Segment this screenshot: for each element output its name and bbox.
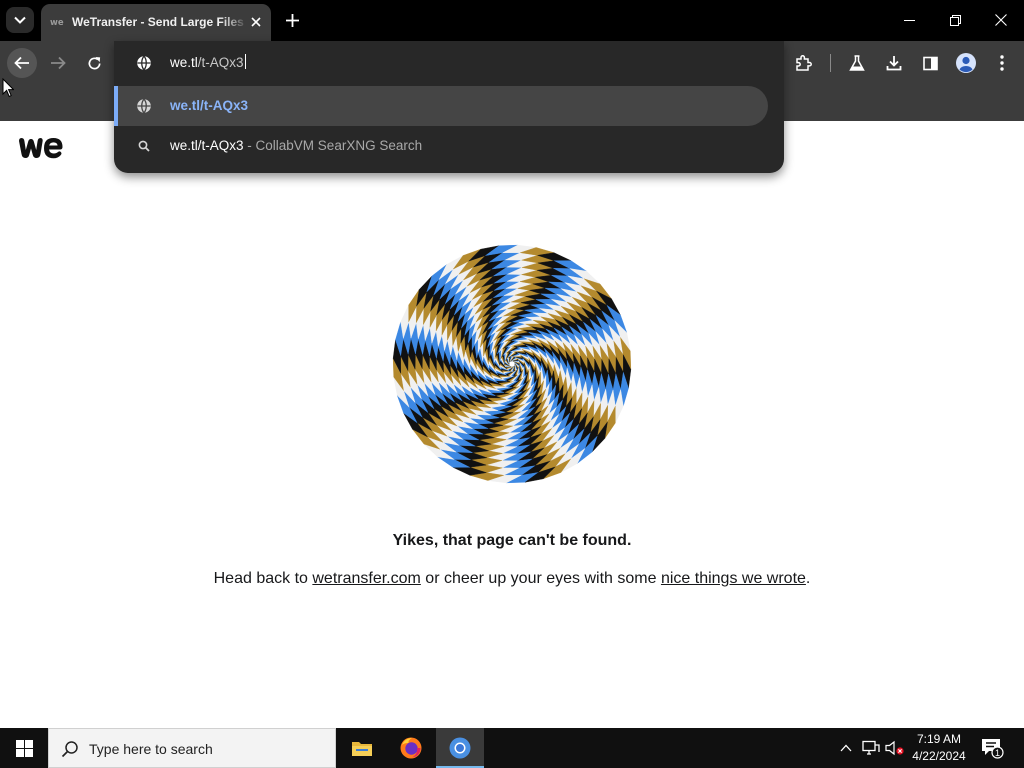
- extensions-button[interactable]: [789, 48, 819, 78]
- taskbar-clock[interactable]: 7:19 AM 4/22/2024: [906, 731, 972, 765]
- clock-time: 7:19 AM: [916, 732, 962, 746]
- download-icon: [886, 56, 902, 71]
- taskbar-search-placeholder: Type here to search: [89, 741, 213, 757]
- page-content: Yikes, that page can't be found. Head ba…: [0, 121, 1024, 728]
- kebab-menu-icon: [1000, 55, 1004, 71]
- wetransfer-logo[interactable]: [18, 135, 64, 161]
- globe-icon: [137, 98, 151, 114]
- address-host: we.tl: [170, 55, 198, 70]
- firefox-button[interactable]: [387, 728, 435, 768]
- tab-title: WeTransfer - Send Large Files & Share Ph…: [72, 15, 248, 29]
- suggestion-search-text: we.tl/t-AQx3 - CollabVM SearXNG Search: [170, 137, 422, 155]
- error-text-before: Head back to: [213, 570, 313, 587]
- chrome-button[interactable]: [436, 728, 484, 768]
- volume-button[interactable]: [885, 738, 905, 758]
- chevron-down-icon: [14, 16, 26, 24]
- minimize-icon: [903, 19, 915, 21]
- globe-icon: [137, 55, 151, 71]
- plus-icon: [285, 13, 299, 27]
- chrome-icon: [449, 737, 471, 759]
- wetransfer-home-link[interactable]: wetransfer.com: [312, 570, 420, 587]
- error-message: Head back to wetransfer.com or cheer up …: [0, 570, 1024, 588]
- profile-button[interactable]: [951, 48, 981, 78]
- close-icon: [995, 14, 1007, 26]
- folder-icon: [352, 742, 372, 756]
- back-button[interactable]: [7, 48, 37, 78]
- windows-logo-icon: [15, 739, 33, 757]
- browser-menu-button[interactable]: [987, 48, 1017, 78]
- reload-button[interactable]: [79, 48, 109, 78]
- side-panel-button[interactable]: [915, 48, 945, 78]
- speaker-muted-icon: [885, 740, 904, 756]
- tab-search-button[interactable]: [6, 7, 34, 33]
- tab-wetransfer[interactable]: we WeTransfer - Send Large Files & Share…: [41, 4, 271, 41]
- taskbar-search-box[interactable]: Type here to search: [48, 728, 336, 768]
- notification-center-button[interactable]: 1: [980, 737, 1004, 759]
- close-icon: [251, 17, 261, 27]
- address-bar[interactable]: we.tl/t-AQx3: [114, 41, 784, 85]
- address-path: /t-AQx3: [197, 55, 244, 70]
- restore-button[interactable]: [932, 0, 978, 40]
- nice-things-link[interactable]: nice things we wrote: [661, 570, 806, 587]
- network-status-button[interactable]: [861, 738, 881, 758]
- error-text-after: .: [805, 570, 811, 587]
- puzzle-icon: [796, 55, 812, 71]
- firefox-icon: [400, 737, 422, 759]
- arrow-left-icon: [14, 56, 29, 70]
- wetransfer-favicon-icon: we: [50, 18, 64, 28]
- new-tab-button[interactable]: [281, 9, 303, 31]
- chevron-up-icon: [840, 744, 852, 752]
- error-text-middle: or cheer up your eyes with some: [420, 570, 661, 587]
- reload-icon: [88, 56, 100, 69]
- mouse-cursor-icon: [2, 78, 14, 98]
- tab-strip: we WeTransfer - Send Large Files & Share…: [0, 0, 1024, 41]
- windows-taskbar: Type here to search 7:19 AM 4/22/2024 1: [0, 728, 1024, 768]
- show-hidden-icons-button[interactable]: [836, 738, 856, 758]
- suggestion-engine: - CollabVM SearXNG Search: [243, 138, 423, 153]
- file-explorer-button[interactable]: [338, 728, 386, 768]
- suggestion-search[interactable]: we.tl/t-AQx3 - CollabVM SearXNG Search: [114, 126, 768, 166]
- error-heading: Yikes, that page can't be found.: [392, 532, 632, 549]
- downloads-button[interactable]: [879, 48, 909, 78]
- clock-date: 4/22/2024: [912, 749, 966, 763]
- suggestion-query: we.tl/t-AQx3: [170, 138, 244, 153]
- search-icon: [136, 138, 152, 154]
- svg-text:we: we: [50, 18, 64, 28]
- arrow-right-icon: [51, 56, 66, 70]
- suggestion-url[interactable]: we.tl/t-AQx3: [114, 86, 768, 126]
- search-icon: [61, 741, 78, 758]
- hypnotic-spiral-illustration: [392, 244, 632, 484]
- side-panel-icon: [922, 56, 938, 70]
- minimize-button[interactable]: [886, 0, 932, 40]
- avatar-icon: [956, 53, 976, 73]
- text-caret: [244, 54, 246, 69]
- labs-button[interactable]: [842, 48, 872, 78]
- selection-marker: [114, 86, 118, 126]
- toolbar-separator: [830, 54, 831, 72]
- close-window-button[interactable]: [978, 0, 1024, 40]
- network-icon: [862, 740, 880, 755]
- tab-close-button[interactable]: [248, 14, 264, 30]
- notification-count: 1: [995, 748, 1000, 758]
- omnibox-dropdown: we.tl/t-AQx3 we.tl/t-AQx3 we.tl/t-AQx3 -…: [114, 41, 784, 173]
- flask-icon: [849, 54, 865, 71]
- forward-button[interactable]: [43, 48, 73, 78]
- suggestion-url-text: we.tl/t-AQx3: [170, 98, 249, 113]
- start-button[interactable]: [0, 728, 48, 768]
- restore-icon: [949, 14, 961, 26]
- address-input[interactable]: we.tl/t-AQx3: [170, 54, 246, 72]
